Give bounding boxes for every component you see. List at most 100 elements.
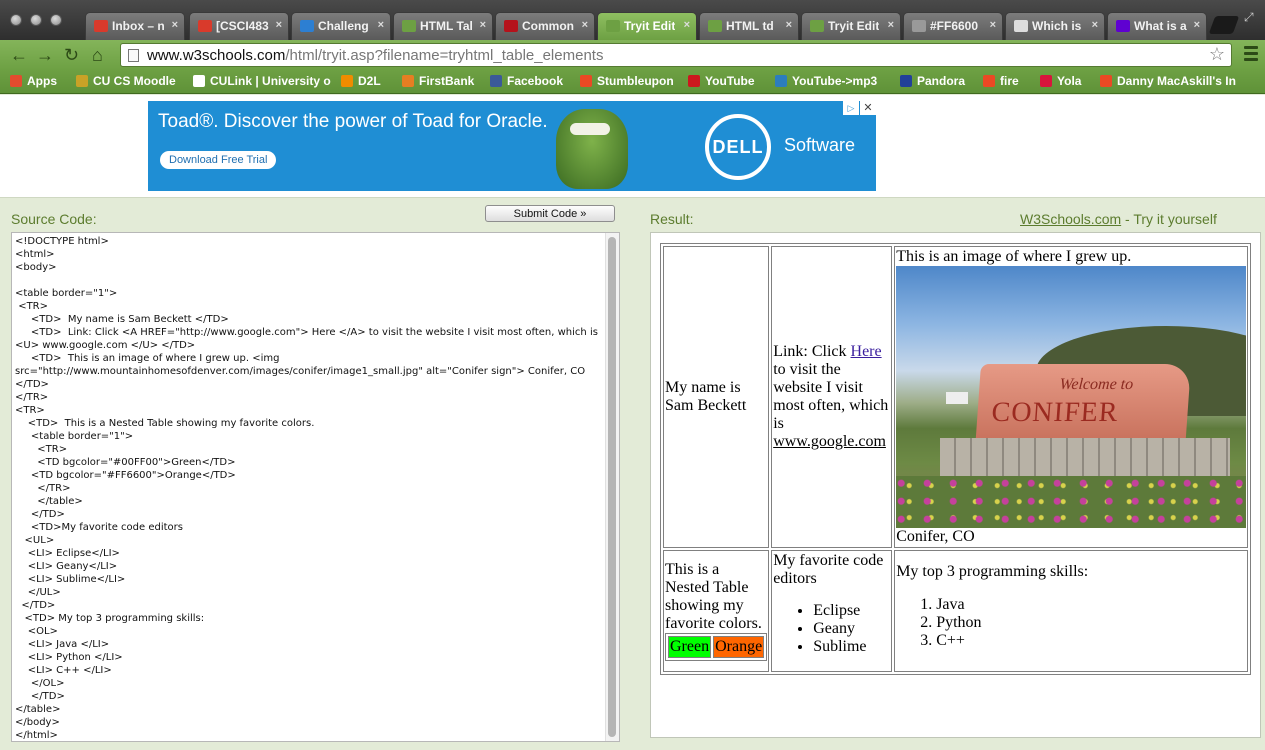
tab-5[interactable]: Tryit Edit × [597,12,697,40]
tab-title: HTML Tal [420,19,473,33]
ad-banner[interactable]: Toad®. Discover the power of Toad for Or… [148,101,876,191]
result-table: My name is Sam Beckett Link: Click Here … [660,243,1252,675]
name-text: My name is Sam Beckett [665,379,747,414]
list-item: Java [936,596,1246,614]
ad-brand-suffix: Software [784,135,856,155]
bookmark-item[interactable]: D2L [341,74,381,88]
w3schools-icon [708,20,722,32]
tab-10[interactable]: What is a × [1107,12,1207,40]
submit-code-button[interactable]: Submit Code » [485,205,615,222]
w3schools-link[interactable]: W3Schools.com [1020,211,1121,227]
bookmark-label: fire [1000,74,1019,88]
bookmark-item[interactable]: CULink | University o [193,74,331,88]
tab-0[interactable]: Inbox – n × [85,12,185,40]
bookmark-icon [402,75,414,87]
table-row: This is a Nested Table showing my favori… [663,550,1249,672]
chrome-menu-icon[interactable] [1244,46,1258,64]
bookmark-label: Facebook [507,74,564,88]
bookmark-item[interactable]: fire [983,74,1019,88]
ad-headline: Toad®. Discover the power of Toad for Or… [158,111,548,132]
tab-close-icon[interactable]: × [276,19,282,31]
tab-close-icon[interactable]: × [172,19,178,31]
tab-title: Which is [1032,19,1082,33]
forward-icon[interactable]: → [36,45,54,65]
google-underlined-text: www.google.com [773,433,886,450]
minimize-window-button[interactable] [30,14,42,26]
here-link[interactable]: Here [851,343,882,360]
bookmark-icon [76,75,88,87]
bookmark-label: YouTube->mp3 [792,74,878,88]
adchoices-icon[interactable]: ▷ [843,101,859,115]
tab-9[interactable]: Which is × [1005,12,1105,40]
editor-scrollbar[interactable] [605,233,619,741]
tab-close-icon[interactable]: × [786,19,792,31]
address-bar[interactable]: www.w3schools.com/html/tryit.asp?filenam… [120,43,1232,67]
tab-1[interactable]: [CSCI483 × [189,12,289,40]
bookmark-icon [1100,75,1112,87]
tab-6[interactable]: HTML td × [699,12,799,40]
page-icon [128,49,139,62]
image-caption-bottom: Conifer, CO [896,528,975,545]
tab-close-icon[interactable]: × [1194,19,1200,31]
page-icon [300,20,314,32]
fullscreen-icon[interactable]: ⤢ [1244,10,1254,25]
bookmark-item[interactable]: Yola [1040,74,1081,88]
tab-8[interactable]: #FF6600 × [903,12,1003,40]
bookmark-label: CU CS Moodle [93,74,176,88]
bookmark-label: Yola [1057,74,1082,88]
address-domain: www.w3schools.com [147,47,286,64]
toad-mascot-image [556,109,628,189]
back-icon[interactable]: ← [10,45,28,65]
table-row: Green Orange [668,636,765,658]
source-code-text[interactable]: <!DOCTYPE html> <html> <body> <table bor… [12,233,619,741]
new-tab-button[interactable] [1208,16,1240,34]
search-icon [1014,20,1028,32]
bookmark-star-icon[interactable]: ☆ [1209,44,1225,65]
close-window-button[interactable] [10,14,22,26]
tab-7[interactable]: Tryit Edit × [801,12,901,40]
bookmark-item[interactable]: YouTube->mp3 [775,74,877,88]
list-item: Sublime [813,638,890,656]
bookmark-item[interactable]: Apps [10,74,57,88]
bookmark-label: D2L [358,74,381,88]
editors-list: Eclipse Geany Sublime [773,602,890,656]
tab-close-icon[interactable]: × [378,19,384,31]
bookmark-icon [688,75,700,87]
conifer-sign-image: Welcome to CONIFER [896,266,1247,528]
bookmark-item[interactable]: Facebook [490,74,563,88]
tab-close-icon[interactable]: × [480,19,486,31]
color-cell-green: Green [668,636,712,658]
reload-icon[interactable]: ↻ [64,45,79,65]
tab-2[interactable]: Challeng × [291,12,391,40]
zoom-window-button[interactable] [50,14,62,26]
tab-close-icon[interactable]: × [684,19,690,31]
bookmark-item[interactable]: Pandora [900,74,965,88]
sign-small-text: Welcome to [1059,376,1134,393]
pencil-icon [912,20,926,32]
tab-4[interactable]: Common × [495,12,595,40]
bookmark-label: YouTube [705,74,755,88]
bookmark-icon [900,75,912,87]
bookmark-item[interactable]: FirstBank [402,74,474,88]
tab-close-icon[interactable]: × [1092,19,1098,31]
bookmark-icon [10,75,22,87]
tab-title: HTML td [726,19,774,33]
bookmark-item[interactable]: YouTube [688,74,755,88]
image-caption-top: This is an image of where I grew up. [896,248,1132,265]
tab-close-icon[interactable]: × [582,19,588,31]
tab-title: #FF6600 [930,19,979,33]
bookmark-item[interactable]: CU CS Moodle [76,74,176,88]
ad-cta-button[interactable]: Download Free Trial [160,151,277,169]
source-code-editor[interactable]: <!DOCTYPE html> <html> <body> <table bor… [11,232,620,742]
home-icon[interactable]: ⌂ [92,45,103,65]
editor-scroll-thumb[interactable] [608,237,616,737]
w3schools-icon [606,20,620,32]
tab-3[interactable]: HTML Tal × [393,12,493,40]
skills-title: My top 3 programming skills: [896,563,1089,580]
tab-close-icon[interactable]: × [990,19,996,31]
bookmark-item[interactable]: Stumbleupon [580,74,674,88]
ad-close-icon[interactable]: ✕ [860,101,876,115]
bookmark-item[interactable]: Danny MacAskill's In [1100,74,1236,88]
tab-close-icon[interactable]: × [888,19,894,31]
skills-list: Java Python C++ [896,596,1246,670]
